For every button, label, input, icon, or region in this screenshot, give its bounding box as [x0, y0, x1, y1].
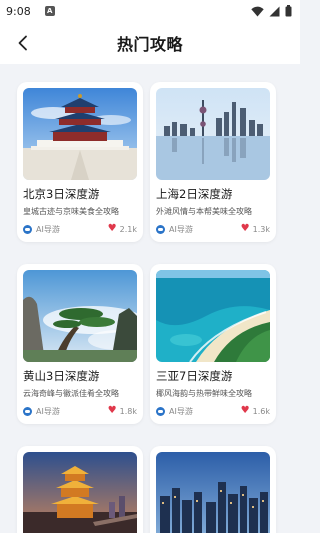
- card-subtitle: 云海奇峰与徽派佳肴全攻略: [23, 389, 119, 398]
- card-title: 北京3日深度游: [23, 187, 100, 201]
- guide-card-shanghai[interactable]: 上海2日深度游 外滩风情与本帮美味全攻略 AI导游 ♥ 1.3k: [150, 82, 276, 242]
- status-time: 9:08: [6, 4, 31, 18]
- like-count: 1.6k: [252, 406, 270, 416]
- card-meta: AI导游 ♥ 1.3k: [156, 223, 270, 235]
- like-count: 1.8k: [119, 406, 137, 416]
- status-icons: [251, 5, 292, 17]
- guide-grid: 北京3日深度游 皇城古迹与京味美食全攻略 AI导游 ♥ 2.1k 上海2日深度游…: [0, 64, 300, 533]
- card-subtitle: 皇城古迹与京味美食全攻略: [23, 207, 119, 216]
- guide-card-city-night[interactable]: [150, 446, 276, 533]
- card-meta: AI导游 ♥ 1.8k: [23, 405, 137, 417]
- like-count: 1.3k: [252, 224, 270, 234]
- wifi-icon: [251, 6, 264, 16]
- shanghai-skyline-image: [156, 88, 270, 180]
- nav-bar: 热门攻略: [0, 22, 300, 64]
- like-count: 2.1k: [119, 224, 137, 234]
- heart-icon: ♥: [107, 223, 117, 234]
- ai-guide-icon: [156, 406, 165, 416]
- card-title: 三亚7日深度游: [156, 369, 233, 383]
- guide-card-beijing[interactable]: 北京3日深度游 皇城古迹与京味美食全攻略 AI导游 ♥ 2.1k: [17, 82, 143, 242]
- back-button[interactable]: [12, 32, 34, 54]
- heart-icon: ♥: [240, 405, 250, 416]
- card-meta: AI导游 ♥ 1.6k: [156, 405, 270, 417]
- ai-guide-icon: [156, 224, 165, 234]
- ai-guide-icon: [23, 224, 32, 234]
- like-button[interactable]: ♥ 2.1k: [108, 224, 137, 234]
- card-subtitle: 外滩风情与本帮美味全攻略: [156, 207, 252, 216]
- ai-guide-icon: [23, 406, 32, 416]
- guide-card-wuhan[interactable]: [17, 446, 143, 533]
- like-button[interactable]: ♥ 1.3k: [241, 224, 270, 234]
- signal-icon: [269, 6, 280, 16]
- card-source: AI导游: [36, 224, 60, 234]
- guide-card-huangshan[interactable]: 黄山3日深度游 云海奇峰与徽派佳肴全攻略 AI导游 ♥ 1.8k: [17, 264, 143, 424]
- card-subtitle: 椰风海韵与热带鲜味全攻略: [156, 389, 252, 398]
- card-title: 黄山3日深度游: [23, 369, 100, 383]
- card-source: AI导游: [36, 406, 60, 416]
- card-source: AI导游: [169, 224, 193, 234]
- like-button[interactable]: ♥ 1.8k: [108, 406, 137, 416]
- page-title: 热门攻略: [116, 35, 183, 54]
- card-source: AI导游: [169, 406, 193, 416]
- heart-icon: ♥: [240, 223, 250, 234]
- guide-card-sanya[interactable]: 三亚7日深度游 椰风海韵与热带鲜味全攻略 AI导游 ♥ 1.6k: [150, 264, 276, 424]
- yellow-crane-tower-image: [23, 452, 137, 533]
- heart-icon: ♥: [107, 405, 117, 416]
- sanya-beach-image: [156, 270, 270, 362]
- battery-icon: [285, 5, 292, 17]
- huangshan-pine-image: [23, 270, 137, 362]
- chevron-left-icon: [18, 35, 27, 51]
- card-meta: AI导游 ♥ 2.1k: [23, 223, 137, 235]
- temple-of-heaven-image: [23, 88, 137, 180]
- status-bar: 9:08 A: [0, 0, 300, 22]
- card-title: 上海2日深度游: [156, 187, 233, 201]
- like-button[interactable]: ♥ 1.6k: [241, 406, 270, 416]
- city-night-skyline-image: [156, 452, 270, 533]
- notification-icon: A: [44, 6, 55, 16]
